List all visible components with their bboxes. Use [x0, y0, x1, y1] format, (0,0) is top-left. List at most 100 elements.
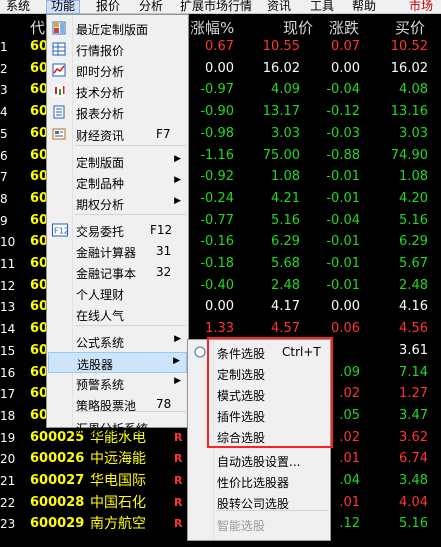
- menu-item-label: 个人理财: [76, 288, 125, 302]
- price: 5.16: [271, 213, 300, 228]
- menu-item-shortcut: F7: [156, 127, 171, 141]
- bid-price: 4.56: [399, 321, 428, 336]
- news-icon: [52, 127, 66, 141]
- price: 10.55: [262, 39, 300, 54]
- header-bid[interactable]: 买价: [395, 17, 425, 38]
- stock-picker-item[interactable]: 条件选股 Ctrl+T: [189, 342, 329, 363]
- header-price[interactable]: 现价: [283, 17, 313, 38]
- submenu-item-label: 自动选股设置...: [217, 455, 301, 469]
- bid-price: 4.04: [399, 495, 428, 510]
- bid-price: 16.02: [390, 61, 428, 76]
- market-label[interactable]: 市场: [405, 0, 437, 14]
- bid-price: 3.61: [399, 343, 428, 358]
- stock-picker-submenu: 条件选股 Ctrl+T 定制选股模式选股插件选股综合选股自动选股设置... 性价比选股…: [187, 339, 331, 541]
- line-chart-icon: [52, 63, 66, 77]
- header-code[interactable]: 代: [30, 17, 45, 38]
- change: -0.01: [326, 234, 360, 249]
- menu-system[interactable]: 系统: [2, 0, 34, 14]
- row-index: 9: [0, 214, 8, 228]
- function-menu-item[interactable]: F12 交易委托 F12: [48, 220, 187, 241]
- function-menu-item[interactable]: 即时分析: [48, 60, 187, 81]
- submenu-item-label: 插件选股: [217, 410, 266, 424]
- function-menu-item[interactable]: 报表分析: [48, 102, 187, 123]
- function-menu-item[interactable]: 预警系统 ▶: [48, 373, 187, 394]
- change: 0.00: [331, 299, 360, 314]
- menu-analysis[interactable]: 分析: [135, 0, 167, 14]
- row-index: 18: [0, 409, 16, 423]
- stock-picker-item[interactable]: 自动选股设置...: [189, 450, 329, 471]
- submenu-arrow-icon: ▶: [174, 334, 181, 344]
- menu-news[interactable]: 资讯: [263, 0, 295, 14]
- submenu-item-label: 条件选股: [217, 347, 266, 361]
- header-change[interactable]: 涨跌: [329, 17, 359, 38]
- function-menu-item[interactable]: 行情报价: [48, 39, 187, 60]
- row-index: 17: [0, 387, 16, 401]
- function-menu-item[interactable]: 公式系统 ▶: [48, 331, 187, 352]
- menu-separator: [216, 446, 328, 447]
- stock-picker-item[interactable]: 插件选股: [189, 405, 329, 426]
- stock-picker-item[interactable]: 定制选股: [189, 363, 329, 384]
- menu-item-label: 公式系统: [76, 336, 125, 350]
- bid-price: 4.20: [399, 191, 428, 206]
- function-menu-item[interactable]: 期权分析 ▶: [48, 193, 187, 214]
- layout-icon: [52, 21, 66, 35]
- function-menu-item[interactable]: 最近定制版面: [48, 18, 187, 39]
- menu-quote[interactable]: 报价: [92, 0, 124, 14]
- menu-separator: [75, 214, 186, 215]
- function-menu-item[interactable]: 财经资讯 F7: [48, 124, 187, 145]
- bid-price: 4.16: [399, 299, 428, 314]
- row-index: 16: [0, 366, 16, 380]
- change: -0.04: [326, 213, 360, 228]
- row-index: 10: [0, 235, 16, 249]
- price: 2.48: [271, 278, 300, 293]
- price: 1.08: [271, 169, 300, 184]
- submenu-item-label: 模式选股: [217, 389, 266, 403]
- stock-code: 600026: [30, 451, 85, 466]
- quote-table-icon: [52, 42, 66, 56]
- menu-item-label: 金融计算器: [76, 246, 137, 260]
- row-index: 19: [0, 431, 16, 445]
- price: 3.03: [271, 126, 300, 141]
- header-change-pct[interactable]: 涨幅%: [190, 17, 234, 38]
- change: 0.07: [331, 39, 360, 54]
- submenu-arrow-icon: ▶: [174, 196, 181, 206]
- function-menu-item[interactable]: 定制版面 ▶: [48, 151, 187, 172]
- menu-help[interactable]: 帮助: [348, 0, 380, 14]
- menu-item-label: 即时分析: [76, 65, 125, 79]
- menu-tools[interactable]: 工具: [306, 0, 338, 14]
- menu-item-label: 报表分析: [76, 107, 125, 121]
- menu-item-label: 交易委托: [76, 225, 125, 239]
- menu-item-shortcut: F12: [150, 223, 173, 237]
- menu-item-label: 最近定制版面: [76, 23, 149, 37]
- bid-price: 6.29: [399, 234, 428, 249]
- function-menu-item[interactable]: 在线人气: [48, 304, 187, 325]
- function-menu-item[interactable]: 金融计算器 31: [48, 241, 187, 262]
- submenu-item-shortcut: Ctrl+T: [282, 345, 321, 359]
- bid-price: 3.48: [399, 473, 428, 488]
- stock-picker-item[interactable]: 性价比选股器: [189, 471, 329, 492]
- function-menu-item[interactable]: 定制品种 ▶: [48, 172, 187, 193]
- bid-price: 13.16: [390, 104, 428, 119]
- stock-picker-item: 智能选股: [189, 514, 329, 535]
- menu-item-label: 技术分析: [76, 86, 125, 100]
- stock-picker-item[interactable]: 模式选股: [189, 384, 329, 405]
- price: 4.09: [271, 82, 300, 97]
- bid-price: 7.14: [399, 365, 428, 380]
- menu-item-label: 在线人气: [76, 309, 125, 323]
- function-menu-item[interactable]: 个人理财: [48, 283, 187, 304]
- function-menu-item[interactable]: 汇恩分析系统: [48, 417, 187, 438]
- stock-picker-item[interactable]: 综合选股: [189, 426, 329, 447]
- bid-price: 3.62: [399, 430, 428, 445]
- function-menu-item[interactable]: 技术分析: [48, 81, 187, 102]
- menu-extended-market[interactable]: 扩展市场行情: [176, 0, 256, 14]
- menu-item-label: 财经资讯: [76, 129, 125, 143]
- radio-icon: [193, 345, 207, 359]
- function-menu-item[interactable]: 选股器 ▶: [48, 352, 187, 373]
- function-menu-item[interactable]: 金融记事本 32: [48, 262, 187, 283]
- menu-item-label: 期权分析: [76, 198, 125, 212]
- function-menu: 最近定制版面 行情报价 即时分析 技术分析 报表分析 财经资讯 F7 定制版面 ▶ 定制品种 ▶ 期权…: [46, 14, 189, 436]
- change: -0.01: [326, 278, 360, 293]
- menu-function[interactable]: 功能: [46, 0, 81, 14]
- submenu-arrow-icon: ▶: [173, 356, 180, 366]
- row-index: 6: [0, 149, 8, 163]
